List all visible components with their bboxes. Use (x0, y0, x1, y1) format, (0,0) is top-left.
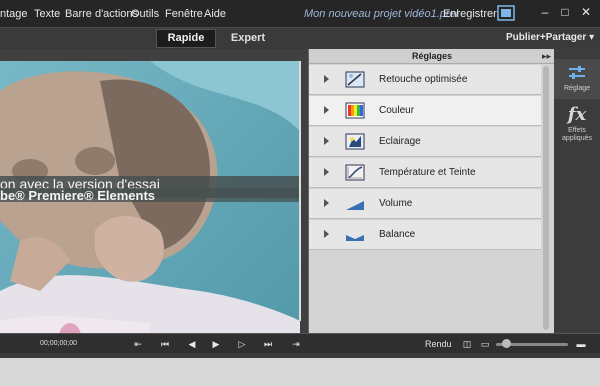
fullscreen-icon[interactable] (497, 5, 515, 21)
tool-reglage-button[interactable]: Réglage (554, 59, 600, 99)
menu-montage[interactable]: ntage (0, 8, 28, 20)
monitor-panel: on avec la version d'essai be® Premiere®… (0, 49, 308, 369)
tab-rapide[interactable]: Rapide (156, 29, 216, 48)
tool-strip: Réglage fx Effets appliqués (554, 49, 600, 333)
expand-arrow-icon[interactable] (324, 199, 329, 207)
fit-timeline-icon[interactable]: ◫ (460, 338, 474, 350)
balance-icon (345, 226, 365, 244)
row-label: Eclairage (379, 136, 421, 147)
collapse-icon[interactable]: ▸▸ (542, 49, 551, 64)
row-eclairage[interactable]: Eclairage (309, 127, 541, 157)
timeline-area[interactable] (0, 353, 600, 386)
auto-fix-icon (345, 71, 365, 89)
crop-edge-right[interactable] (299, 61, 301, 321)
maximize-button[interactable]: □ (557, 4, 573, 20)
panel-header: Réglages ▸▸ (309, 49, 555, 64)
timeline-ruler (0, 353, 600, 358)
baby-photo (0, 61, 300, 369)
menu-outils[interactable]: Outils (131, 8, 159, 20)
tool-effets-label-1: Effets (568, 127, 586, 134)
menu-texte[interactable]: Texte (34, 8, 60, 20)
go-to-end-icon[interactable]: ⏭ (261, 338, 275, 350)
tab-expert[interactable]: Expert (222, 29, 274, 48)
color-icon (345, 102, 365, 120)
row-label: Balance (379, 229, 416, 240)
menu-barre-actions[interactable]: Barre d'actions (65, 8, 138, 20)
row-label: Retouche optimisée (379, 74, 468, 85)
step-forward-icon[interactable]: ▷ (235, 338, 249, 350)
row-label: Température et Teinte (379, 167, 476, 178)
go-to-start-icon[interactable]: ⏮ (158, 338, 172, 350)
transport-bar: 00;00;00;00 ⇤ ⏮ ◀ ▶ ▷ ⏭ ⇥ Rendu ◫ ▭ ▬ (0, 333, 600, 353)
expand-arrow-icon[interactable] (324, 168, 329, 176)
row-label: Volume (379, 198, 413, 209)
panel-scrollbar[interactable] (543, 66, 549, 330)
row-temperature[interactable]: Température et Teinte (309, 158, 541, 188)
tool-reglage-label: Réglage (563, 85, 591, 92)
publish-share-button[interactable]: Publier+Partager ▾ (506, 32, 594, 43)
render-button[interactable]: Rendu (425, 339, 452, 349)
temperature-icon (345, 164, 365, 182)
app-window: ntage Texte Barre d'actions Outils Fenêt… (0, 0, 600, 386)
volume-icon (345, 195, 365, 213)
lighting-icon (345, 133, 365, 151)
close-button[interactable]: ✕ (578, 4, 594, 20)
save-button[interactable]: Enregistrer (443, 8, 497, 20)
row-volume[interactable]: Volume (309, 189, 541, 219)
timecode: 00;00;00;00 (40, 340, 77, 347)
expand-arrow-icon[interactable] (324, 106, 329, 114)
expand-arrow-icon[interactable] (324, 137, 329, 145)
project-title: Mon nouveau projet vidéo1.prel (304, 8, 459, 20)
sliders-icon (554, 59, 600, 85)
zoom-slider-knob[interactable] (502, 339, 512, 348)
zoom-out-icon[interactable]: ▭ (478, 338, 492, 350)
expand-arrow-icon[interactable] (324, 230, 329, 238)
adjustments-panel: Réglages ▸▸ Retouche optimisée Couleur E… (308, 49, 555, 333)
mode-bar: Rapide Expert Publier+Partager ▾ (0, 27, 600, 49)
tool-effets-label-2: appliqués (562, 135, 592, 142)
expand-arrow-icon[interactable] (324, 75, 329, 83)
video-preview[interactable]: on avec la version d'essai be® Premiere®… (0, 61, 300, 369)
row-balance[interactable]: Balance (309, 220, 541, 250)
go-to-out-icon[interactable]: ⇥ (289, 338, 303, 350)
row-retouche[interactable]: Retouche optimisée (309, 65, 541, 95)
go-to-in-icon[interactable]: ⇤ (131, 338, 145, 350)
row-couleur[interactable]: Couleur (309, 96, 541, 126)
panel-title: Réglages (411, 51, 453, 61)
row-label: Couleur (379, 105, 415, 116)
watermark-line-2: be® Premiere® Elements (0, 188, 300, 203)
fx-icon: fx (567, 104, 587, 125)
menu-bar: ntage Texte Barre d'actions Outils Fenêt… (0, 0, 600, 27)
zoom-in-icon[interactable]: ▬ (574, 338, 588, 350)
play-icon[interactable]: ▶ (209, 338, 223, 350)
menu-fenetre[interactable]: Fenêtre (165, 8, 203, 20)
tool-effets-button[interactable]: fx Effets appliqués (554, 103, 600, 153)
menu-aide[interactable]: Aide (204, 8, 226, 20)
step-back-icon[interactable]: ◀ (185, 338, 199, 350)
minimize-button[interactable]: – (537, 4, 553, 20)
